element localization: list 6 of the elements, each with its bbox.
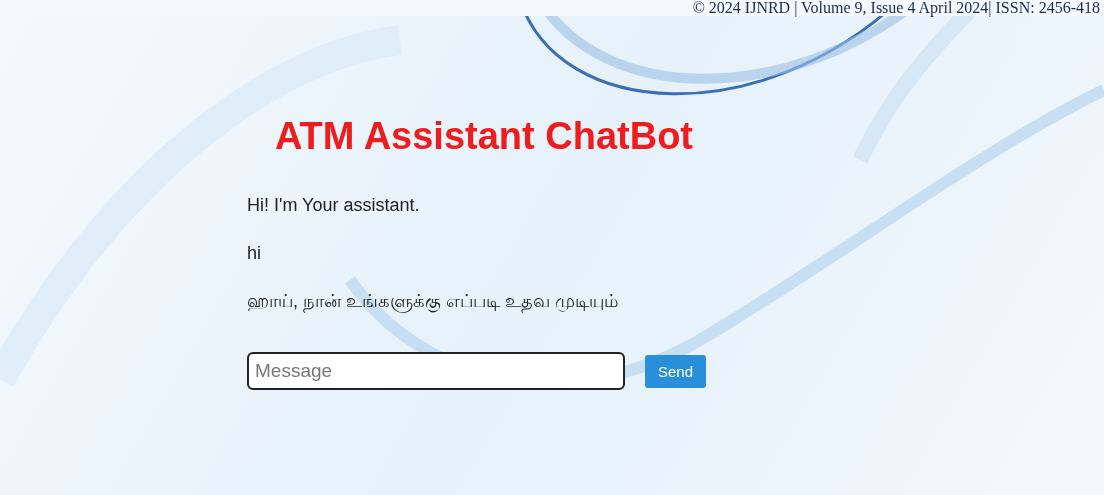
chat-message: hi [247,242,262,264]
chat-message: ஹாய், நான் உங்களுக்கு எப்படி உதவ முடியும் [247,290,619,312]
chat-message: Hi! I'm Your assistant. [247,194,421,216]
send-button[interactable]: Send [645,354,707,388]
message-input[interactable]: Message [247,352,625,390]
page-title: ATM Assistant ChatBot [275,114,694,158]
